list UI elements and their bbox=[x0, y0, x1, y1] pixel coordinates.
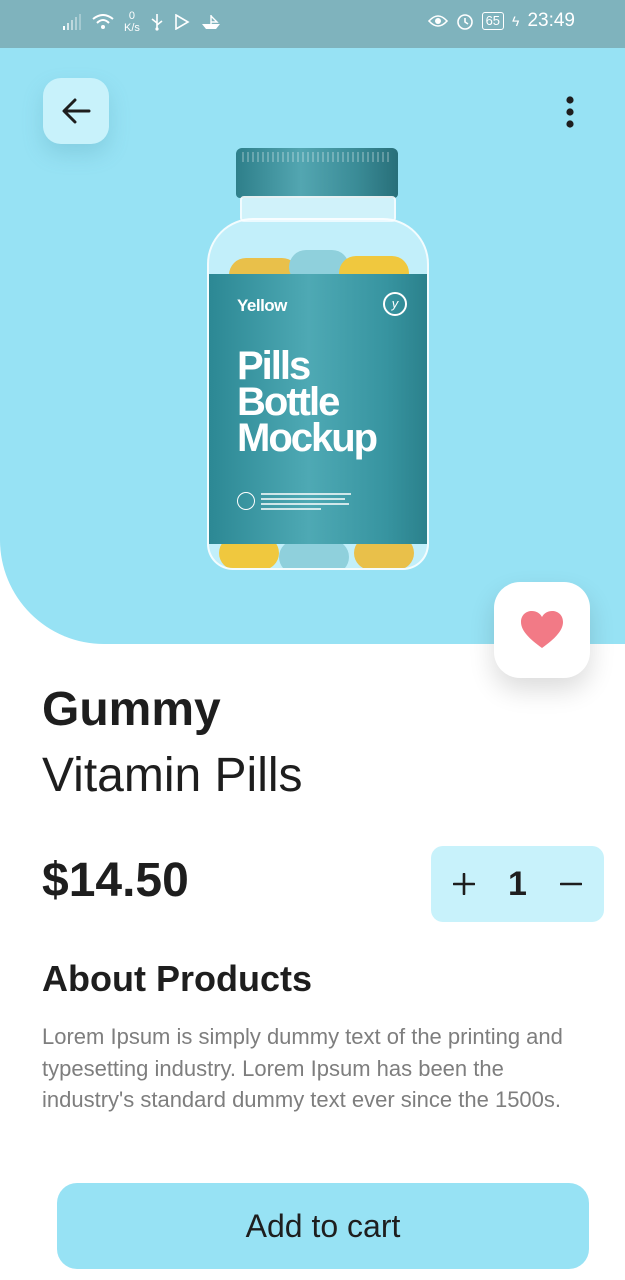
about-description: Lorem Ipsum is simply dummy text of the … bbox=[42, 1024, 563, 1112]
clock: 23:49 bbox=[527, 10, 575, 31]
boat-icon bbox=[201, 15, 220, 29]
minus-icon bbox=[559, 882, 582, 886]
label-title-line: Pills bbox=[237, 344, 311, 388]
increase-button[interactable] bbox=[451, 871, 477, 897]
label-title-line: Bottle bbox=[237, 380, 340, 424]
label-title-line: Mockup bbox=[237, 416, 378, 460]
status-bar: 0 K/s 65 ϟ 23:49 bbox=[0, 0, 625, 48]
decrease-button[interactable] bbox=[558, 871, 584, 897]
label-fine-print bbox=[237, 492, 351, 510]
small-logo-icon bbox=[237, 492, 255, 510]
quantity-stepper: 1 bbox=[431, 846, 604, 922]
product-price: $14.50 bbox=[42, 854, 189, 907]
bottle-cap bbox=[236, 148, 398, 198]
more-vertical-icon bbox=[566, 96, 574, 128]
signal-icon bbox=[63, 14, 81, 30]
wifi-icon bbox=[92, 14, 114, 29]
battery-level: 65 bbox=[481, 12, 505, 30]
product-image: Yellow y Pills Bottle Mockup bbox=[207, 148, 429, 576]
speed-unit: K/s bbox=[124, 22, 140, 34]
product-hero: Yellow y Pills Bottle Mockup bbox=[0, 48, 625, 644]
charging-icon: ϟ bbox=[512, 13, 520, 29]
pill bbox=[279, 540, 349, 568]
label-logo-icon: y bbox=[383, 292, 407, 316]
alarm-icon bbox=[456, 14, 473, 30]
plus-icon bbox=[453, 873, 475, 895]
network-speed: 0 K/s bbox=[124, 10, 140, 34]
speed-value: 0 bbox=[128, 10, 136, 22]
eye-icon bbox=[427, 15, 448, 27]
more-options-button[interactable] bbox=[555, 92, 585, 132]
quantity-value: 1 bbox=[508, 864, 527, 903]
product-name-bold: Gummy bbox=[42, 683, 221, 736]
about-title: About Products bbox=[42, 958, 312, 999]
status-right: 65 ϟ 23:49 bbox=[427, 10, 575, 32]
status-left: 0 K/s bbox=[62, 10, 222, 34]
back-button[interactable] bbox=[43, 78, 109, 144]
add-to-cart-button[interactable]: Add to cart bbox=[57, 1183, 589, 1269]
favorite-button[interactable] bbox=[494, 582, 590, 678]
bottle-label: Yellow y Pills Bottle Mockup bbox=[209, 274, 427, 544]
heart-icon bbox=[521, 611, 563, 648]
arrow-left-icon bbox=[62, 98, 91, 124]
fine-print-lines bbox=[261, 492, 351, 510]
play-store-icon bbox=[175, 14, 190, 30]
label-title: Pills Bottle Mockup bbox=[237, 344, 427, 460]
product-name-regular: Vitamin Pills bbox=[42, 749, 303, 802]
bottle-glass: Yellow y Pills Bottle Mockup bbox=[207, 218, 429, 570]
usb-icon bbox=[151, 14, 163, 31]
